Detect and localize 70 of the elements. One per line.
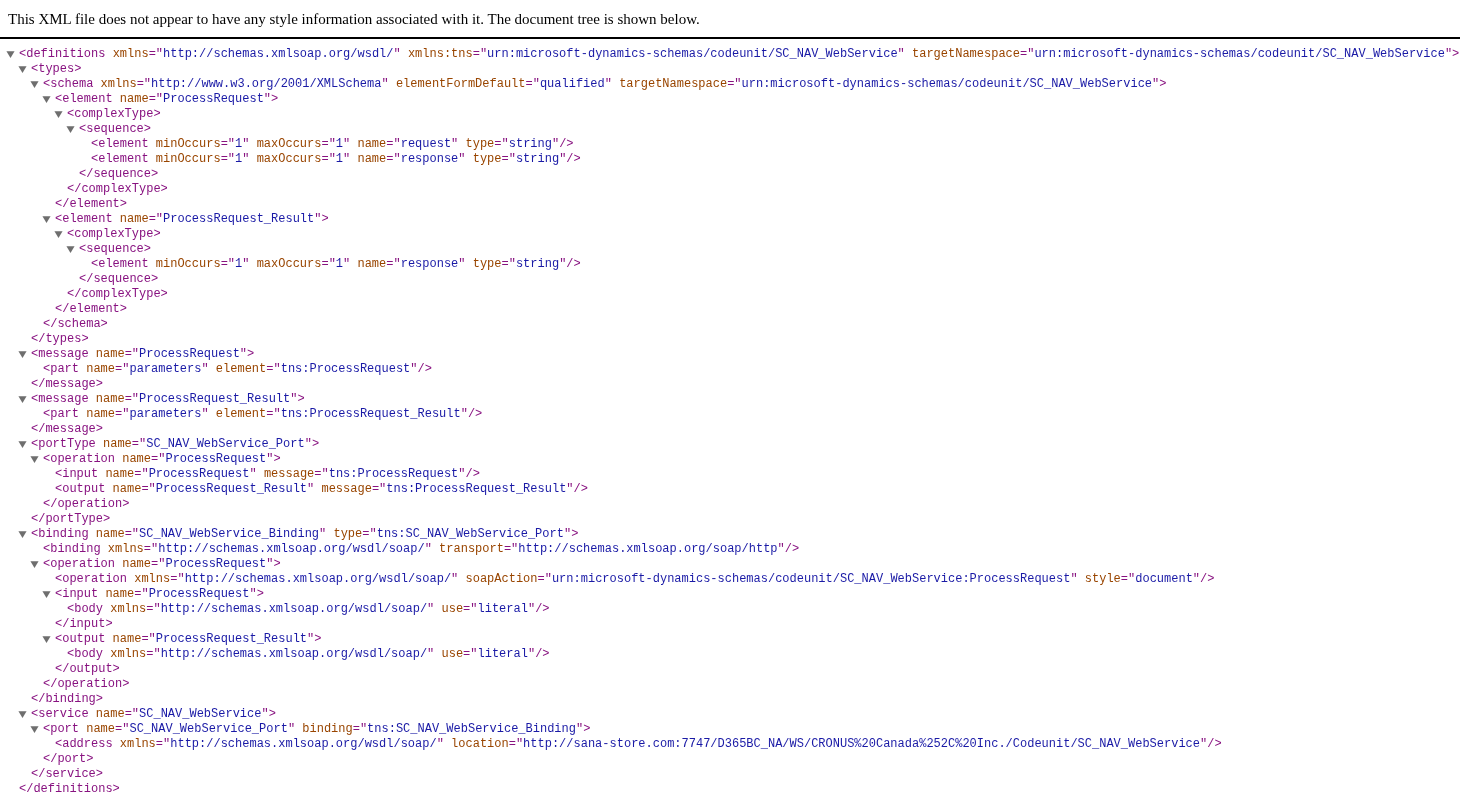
xml-tag-line: <definitions xmlns="http://schemas.xmlsoap.org/wsdl/" xmlns:tns="urn:microsoft-dynamics-schemas/codeunit/SC_NAV_WebService" targetNamespace="urn:microsoft-dynamics-schemas/codeunit/SC_NAV_WebService"> (19, 46, 1460, 62)
xml-closing-tag-line: </output> (55, 661, 120, 677)
xml-tag-line: <message name="ProcessRequest_Result"> (31, 391, 305, 407)
xml-closing-tag-line: </message> (31, 421, 103, 437)
collapse-toggle-icon[interactable] (6, 49, 15, 59)
xml-closing-tag-line: </sequence> (79, 166, 159, 182)
xml-tag-line: <element minOccurs="1" maxOccurs="1" name="response" type="string"/> (91, 151, 581, 167)
collapse-toggle-icon[interactable] (18, 394, 27, 404)
xml-closing-tag-line: </types> (31, 331, 89, 347)
xml-tag-line: <service name="SC_NAV_WebService"> (31, 706, 276, 722)
xml-tag-line: <output name="ProcessRequest_Result" message="tns:ProcessRequest_Result"/> (55, 481, 588, 497)
xml-tag-line: <body xmlns="http://schemas.xmlsoap.org/wsdl/soap/" use="literal"/> (67, 646, 550, 662)
collapse-toggle-icon[interactable] (54, 229, 63, 239)
xml-closing-tag-line: </operation> (43, 676, 130, 692)
xml-closing-tag-line: </portType> (31, 511, 111, 527)
xml-tag-line: <operation name="ProcessRequest"> (43, 451, 281, 467)
xml-closing-tag-line: </element> (55, 301, 127, 317)
collapse-toggle-icon[interactable] (66, 124, 75, 134)
xml-closing-tag-line: </sequence> (79, 271, 159, 287)
collapse-toggle-icon[interactable] (30, 79, 39, 89)
xml-tag-line: <element minOccurs="1" maxOccurs="1" name="response" type="string"/> (91, 256, 581, 272)
collapse-toggle-icon[interactable] (66, 244, 75, 254)
xml-tag-line: <complexType> (67, 226, 161, 242)
xml-tag-line: <address xmlns="http://schemas.xmlsoap.org/wsdl/soap/" location="http://sana-store.com:7747/D365BC_NA/WS/CRONUS%20Canada%252C%20Inc./Codeunit/SC_NAV_WebService"/> (55, 736, 1222, 752)
xml-tag-line: <part name="parameters" element="tns:ProcessRequest_Result"/> (43, 406, 483, 422)
xml-closing-tag-line: </schema> (43, 316, 108, 332)
xml-tag-line: <port name="SC_NAV_WebService_Port" binding="tns:SC_NAV_WebService_Binding"> (43, 721, 591, 737)
collapse-toggle-icon[interactable] (30, 724, 39, 734)
xml-tag-line: <complexType> (67, 106, 161, 122)
collapse-toggle-icon[interactable] (42, 94, 51, 104)
xml-closing-tag-line: </port> (43, 751, 94, 767)
collapse-toggle-icon[interactable] (18, 64, 27, 74)
xml-tag-line: <sequence> (79, 121, 151, 137)
collapse-toggle-icon[interactable] (30, 559, 39, 569)
collapse-toggle-icon[interactable] (18, 529, 27, 539)
xml-tag-line: <sequence> (79, 241, 151, 257)
collapse-toggle-icon[interactable] (42, 214, 51, 224)
xml-tag-line: <body xmlns="http://schemas.xmlsoap.org/wsdl/soap/" use="literal"/> (67, 601, 550, 617)
xml-closing-tag-line: </input> (55, 616, 113, 632)
xml-tag-line: <output name="ProcessRequest_Result"> (55, 631, 322, 647)
collapse-toggle-icon[interactable] (18, 439, 27, 449)
xml-tag-line: <part name="parameters" element="tns:ProcessRequest"/> (43, 361, 432, 377)
xml-closing-tag-line: </service> (31, 766, 103, 782)
xml-tag-line: <input name="ProcessRequest"> (55, 586, 264, 602)
xml-closing-tag-line: </complexType> (67, 286, 168, 302)
xml-tag-line: <schema xmlns="http://www.w3.org/2001/XMLSchema" elementFormDefault="qualified" targetNamespace="urn:microsoft-dynamics-schemas/codeunit/SC_NAV_WebService"> (43, 76, 1167, 92)
info-notice: This XML file does not appear to have any style information associated with it. The document tree is shown below. (0, 0, 1460, 39)
xml-tag-line: <types> (31, 61, 82, 77)
xml-closing-tag-line: </operation> (43, 496, 130, 512)
xml-closing-tag-line: </definitions> (19, 781, 120, 797)
xml-tag-line: <element name="ProcessRequest_Result"> (55, 211, 329, 227)
xml-tag-line: <element minOccurs="1" maxOccurs="1" name="request" type="string"/> (91, 136, 574, 152)
xml-closing-tag-line: </complexType> (67, 181, 168, 197)
xml-tag-line: <operation name="ProcessRequest"> (43, 556, 281, 572)
collapse-toggle-icon[interactable] (42, 634, 51, 644)
collapse-toggle-icon[interactable] (18, 349, 27, 359)
xml-tag-line: <binding xmlns="http://schemas.xmlsoap.org/wsdl/soap/" transport="http://schemas.xmlsoap.org/soap/http"/> (43, 541, 800, 557)
collapse-toggle-icon[interactable] (18, 709, 27, 719)
xml-tag-line: <portType name="SC_NAV_WebService_Port"> (31, 436, 320, 452)
xml-tag-line: <input name="ProcessRequest" message="tns:ProcessRequest"/> (55, 466, 480, 482)
xml-tag-line: <binding name="SC_NAV_WebService_Binding" type="tns:SC_NAV_WebService_Port"> (31, 526, 579, 542)
xml-tag-line: <operation xmlns="http://schemas.xmlsoap.org/wsdl/soap/" soapAction="urn:microsoft-dynamics-schemas/codeunit/SC_NAV_WebService:ProcessRequest" style="document"/> (55, 571, 1215, 587)
collapse-toggle-icon[interactable] (42, 589, 51, 599)
xml-closing-tag-line: </message> (31, 376, 103, 392)
xml-closing-tag-line: </binding> (31, 691, 103, 707)
xml-tag-line: <message name="ProcessRequest"> (31, 346, 255, 362)
xml-tag-line: <element name="ProcessRequest"> (55, 91, 279, 107)
collapse-toggle-icon[interactable] (30, 454, 39, 464)
collapse-toggle-icon[interactable] (54, 109, 63, 119)
xml-closing-tag-line: </element> (55, 196, 127, 212)
